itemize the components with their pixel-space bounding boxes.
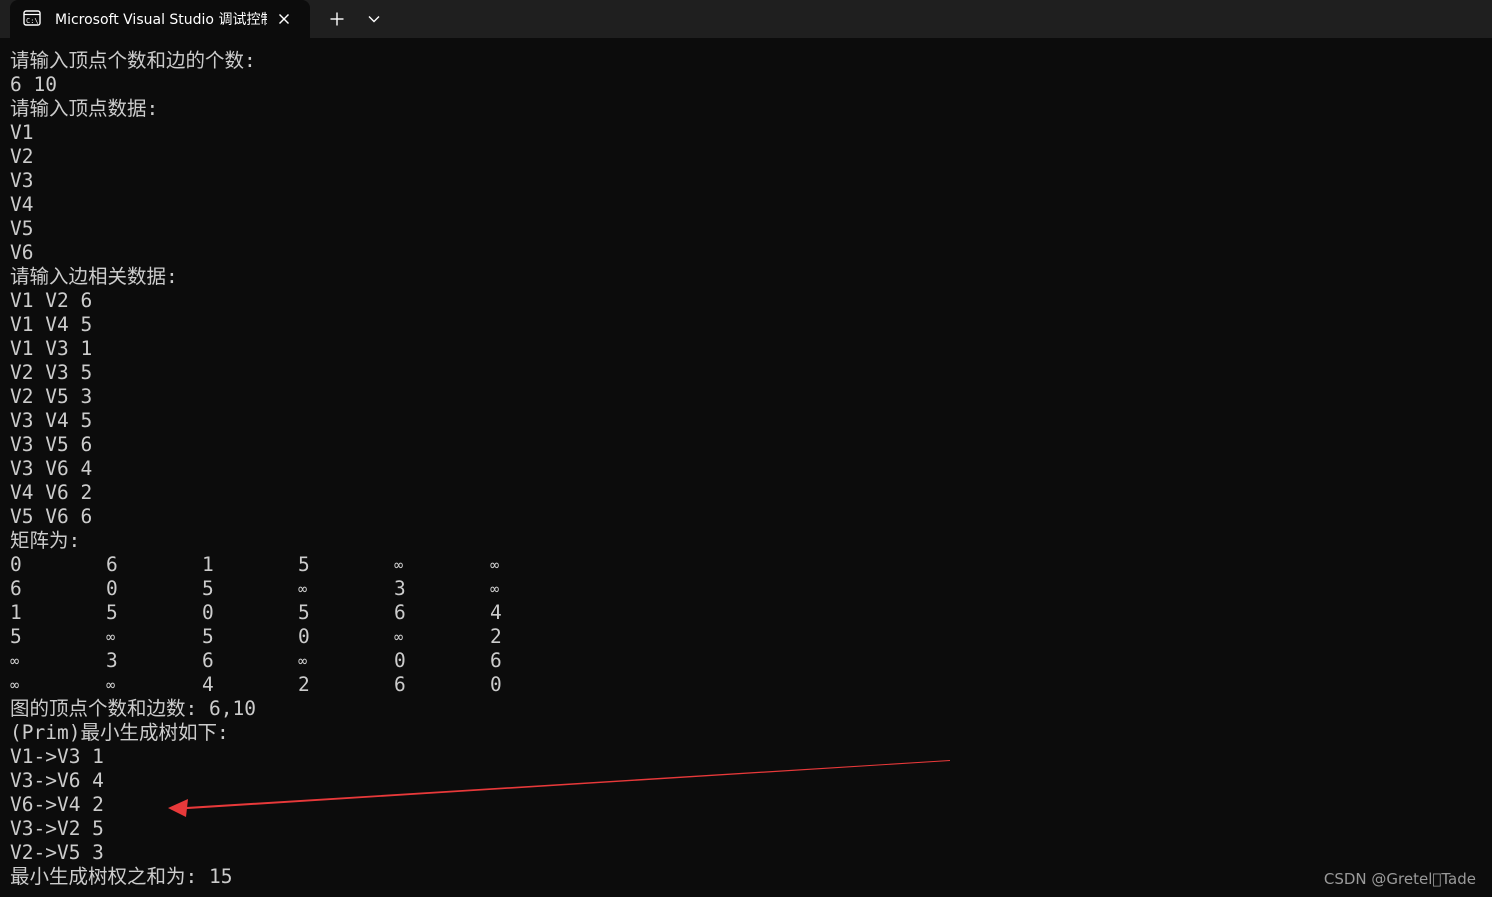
console-line: V1->V3 1	[10, 745, 104, 768]
matrix-cell: 5	[202, 577, 214, 600]
console-line: 矩阵为:	[10, 529, 81, 552]
matrix-cell: 6	[394, 601, 406, 624]
svg-text:C:\: C:\	[26, 17, 39, 25]
console-line: V1 V2 6	[10, 289, 93, 312]
matrix-row: ∞ ∞ 4 2 6 0	[10, 673, 1470, 697]
matrix-cell: 5	[298, 601, 310, 624]
console-line: V3 V5 6	[10, 433, 93, 456]
matrix-cell: ∞	[490, 556, 500, 574]
matrix-cell: 6	[394, 673, 406, 696]
matrix-cell: ∞	[298, 580, 308, 598]
console-line: V1 V3 1	[10, 337, 93, 360]
matrix-cell: ∞	[394, 628, 404, 646]
watermark: CSDN @Gretel Tade	[1323, 870, 1476, 888]
matrix-row: 0 6 1 5 ∞ ∞	[10, 553, 1470, 577]
console-line: V2->V5 3	[10, 841, 104, 864]
matrix-cell: 2	[490, 625, 502, 648]
matrix-row: 6 0 5 ∞ 3 ∞	[10, 577, 1470, 601]
console-line: V2	[10, 145, 34, 168]
matrix-cell: 4	[202, 673, 214, 696]
console-line: V3->V6 4	[10, 769, 104, 792]
matrix-cell: 3	[394, 577, 406, 600]
console-line: V1 V4 5	[10, 313, 93, 336]
title-bar: C:\ Microsoft Visual Studio 调试控制台	[0, 0, 1492, 38]
matrix-cell: 5	[106, 601, 118, 624]
matrix-cell: ∞	[106, 628, 116, 646]
matrix-cell: 6	[490, 649, 502, 672]
matrix-cell: 1	[202, 553, 214, 576]
console-icon: C:\	[23, 10, 41, 26]
console-line: V1	[10, 121, 34, 144]
matrix-cell: 0	[394, 649, 406, 672]
matrix-cell: ∞	[106, 676, 116, 694]
console-line: V3->V2 5	[10, 817, 104, 840]
console-line: V3	[10, 169, 34, 192]
console-line: 最小生成树权之和为: 15	[10, 865, 233, 888]
matrix-row: 5 ∞ 5 0 ∞ 2	[10, 625, 1470, 649]
console-line: V5 V6 6	[10, 505, 93, 528]
console-line: 6 10	[10, 73, 57, 96]
plus-icon[interactable]	[323, 6, 351, 32]
matrix-cell: ∞	[10, 676, 20, 694]
console-line: (Prim)最小生成树如下:	[10, 721, 229, 744]
matrix-cell: 0	[490, 673, 502, 696]
matrix-row: 1 5 0 5 6 4	[10, 601, 1470, 625]
console-line: 请输入边相关数据:	[10, 265, 178, 288]
matrix-cell: 0	[202, 601, 214, 624]
matrix-cell: 6	[10, 577, 22, 600]
matrix-cell: 6	[106, 553, 118, 576]
matrix-row: ∞ 3 6 ∞ 0 6	[10, 649, 1470, 673]
matrix-cell: 1	[10, 601, 22, 624]
matrix-cell: 0	[106, 577, 118, 600]
matrix-cell: 5	[10, 625, 22, 648]
matrix-cell: 4	[490, 601, 502, 624]
console-line: V4	[10, 193, 34, 216]
matrix-cell: 2	[298, 673, 310, 696]
matrix-cell: ∞	[298, 652, 308, 670]
console-line: 请输入顶点个数和边的个数:	[10, 49, 256, 72]
console-output[interactable]: 请输入顶点个数和边的个数: 6 10 请输入顶点数据: V1 V2 V3 V4 V5 V6 请输入…	[10, 49, 1470, 889]
chevron-down-icon[interactable]	[361, 6, 387, 32]
matrix-cell: 5	[298, 553, 310, 576]
console-line: V2 V3 5	[10, 361, 93, 384]
matrix-cell: 5	[202, 625, 214, 648]
matrix-cell: 0	[298, 625, 310, 648]
matrix-cell: ∞	[10, 652, 20, 670]
tab-active[interactable]: C:\ Microsoft Visual Studio 调试控制台	[10, 0, 310, 38]
console-line: V2 V5 3	[10, 385, 93, 408]
matrix-cell: 6	[202, 649, 214, 672]
console-line: V6->V4 2	[10, 793, 104, 816]
console-line: 请输入顶点数据:	[10, 97, 159, 120]
console-line: V4 V6 2	[10, 481, 93, 504]
tab-title: Microsoft Visual Studio 调试控制台	[55, 12, 267, 28]
console-line: V5	[10, 217, 34, 240]
console-line: 图的顶点个数和边数: 6,10	[10, 697, 256, 720]
terminal-window: C:\ Microsoft Visual Studio 调试控制台 请输入顶点个…	[0, 0, 1492, 897]
console-line: V6	[10, 241, 34, 264]
matrix-cell: ∞	[490, 580, 500, 598]
console-line: V3 V6 4	[10, 457, 93, 480]
console-line: V3 V4 5	[10, 409, 93, 432]
matrix-cell: ∞	[394, 556, 404, 574]
close-icon[interactable]	[274, 9, 294, 29]
matrix-cell: 0	[10, 553, 22, 576]
matrix-cell: 3	[106, 649, 118, 672]
